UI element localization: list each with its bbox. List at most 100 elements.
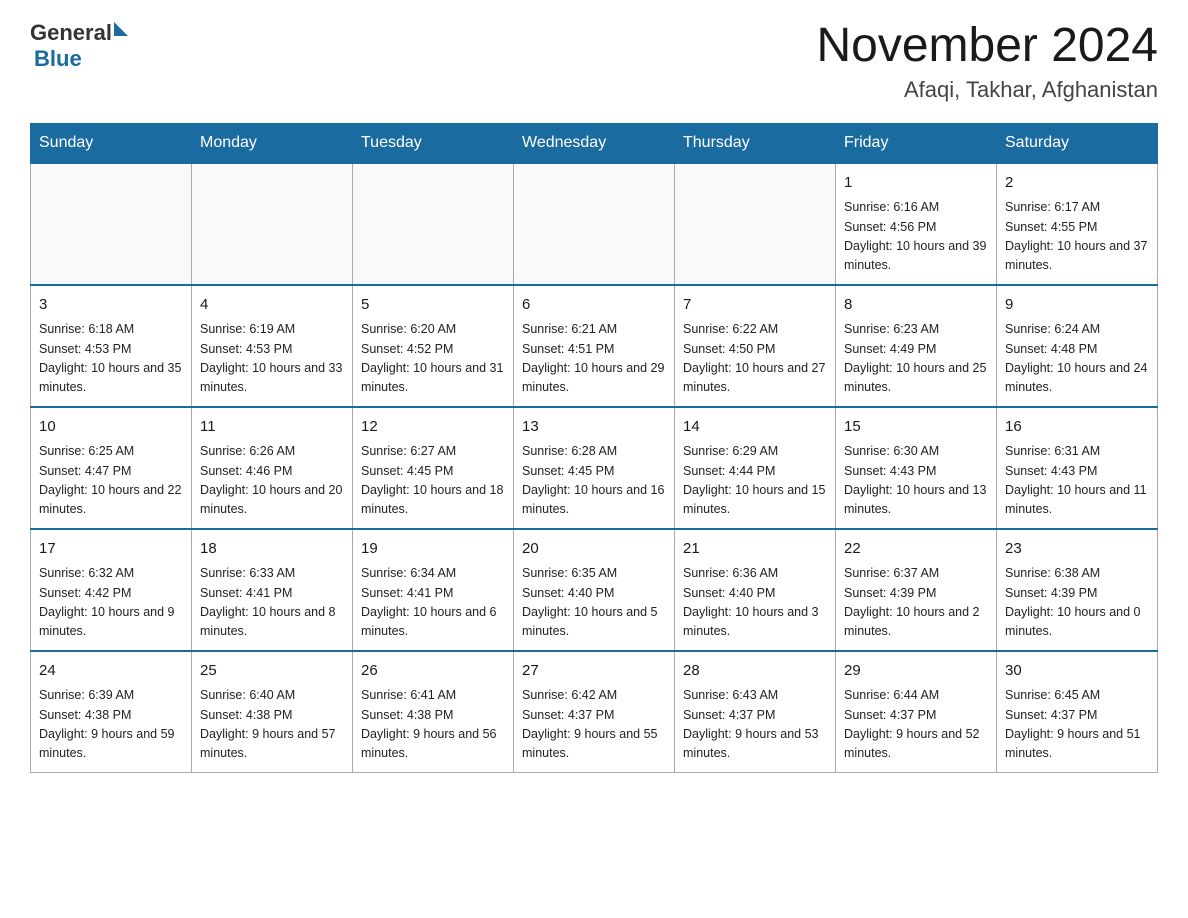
day-info: Sunrise: 6:31 AMSunset: 4:43 PMDaylight:… [1005,442,1149,520]
logo-triangle-icon [114,22,128,36]
day-info: Sunrise: 6:35 AMSunset: 4:40 PMDaylight:… [522,564,666,642]
calendar-cell: 25 Sunrise: 6:40 AMSunset: 4:38 PMDayligh… [192,651,353,773]
day-number: 5 [361,294,505,317]
week-row: 17Sunrise: 6:32 AMSunset: 4:42 PMDayligh… [31,529,1158,651]
day-info: Sunrise: 6:40 AMSunset: 4:38 PMDaylight:… [200,686,344,764]
day-number: 10 [39,416,183,439]
day-number: 4 [200,294,344,317]
week-row: 3 Sunrise: 6:18 AMSunset: 4:53 PMDaylight… [31,285,1158,407]
day-number: 9 [1005,294,1149,317]
day-number: 27 [522,660,666,683]
day-number: 23 [1005,538,1149,561]
logo: General Blue [30,20,128,72]
calendar-cell: 17Sunrise: 6:32 AMSunset: 4:42 PMDayligh… [31,529,192,651]
calendar-cell: 12 Sunrise: 6:27 AMSunset: 4:45 PMDayligh… [353,407,514,529]
day-info: Sunrise: 6:38 AMSunset: 4:39 PMDaylight:… [1005,564,1149,642]
day-info: Sunrise: 6:37 AMSunset: 4:39 PMDaylight:… [844,564,988,642]
calendar-cell: 7Sunrise: 6:22 AMSunset: 4:50 PMDaylight… [675,285,836,407]
calendar-cell: 13 Sunrise: 6:28 AMSunset: 4:45 PMDayligh… [514,407,675,529]
day-info: Sunrise: 6:34 AMSunset: 4:41 PMDaylight:… [361,564,505,642]
calendar-cell: 26 Sunrise: 6:41 AMSunset: 4:38 PMDayligh… [353,651,514,773]
day-number: 2 [1005,172,1149,195]
day-number: 24 [39,660,183,683]
calendar-subtitle: Afaqi, Takhar, Afghanistan [816,77,1158,103]
day-of-week-header: Saturday [997,123,1158,163]
day-info: Sunrise: 6:23 AMSunset: 4:49 PMDaylight:… [844,320,988,398]
week-row: 10 Sunrise: 6:25 AMSunset: 4:47 PMDayligh… [31,407,1158,529]
day-info: Sunrise: 6:16 AMSunset: 4:56 PMDaylight:… [844,198,988,276]
day-number: 13 [522,416,666,439]
day-number: 19 [361,538,505,561]
day-info: Sunrise: 6:21 AMSunset: 4:51 PMDaylight:… [522,320,666,398]
calendar-cell [192,163,353,285]
logo-blue-text: Blue [34,46,128,72]
day-number: 3 [39,294,183,317]
day-number: 30 [1005,660,1149,683]
day-number: 26 [361,660,505,683]
day-number: 8 [844,294,988,317]
calendar-cell: 28Sunrise: 6:43 AMSunset: 4:37 PMDayligh… [675,651,836,773]
day-info: Sunrise: 6:33 AMSunset: 4:41 PMDaylight:… [200,564,344,642]
calendar-cell: 6 Sunrise: 6:21 AMSunset: 4:51 PMDaylight… [514,285,675,407]
day-number: 29 [844,660,988,683]
calendar-cell [353,163,514,285]
day-of-week-header: Friday [836,123,997,163]
calendar-cell: 27 Sunrise: 6:42 AMSunset: 4:37 PMDayligh… [514,651,675,773]
calendar-cell: 21Sunrise: 6:36 AMSunset: 4:40 PMDayligh… [675,529,836,651]
day-number: 6 [522,294,666,317]
week-row: 24 Sunrise: 6:39 AMSunset: 4:38 PMDayligh… [31,651,1158,773]
day-of-week-header: Wednesday [514,123,675,163]
day-info: Sunrise: 6:27 AMSunset: 4:45 PMDaylight:… [361,442,505,520]
calendar-table: SundayMondayTuesdayWednesdayThursdayFrid… [30,123,1158,773]
day-info: Sunrise: 6:36 AMSunset: 4:40 PMDaylight:… [683,564,827,642]
calendar-cell: 30Sunrise: 6:45 AMSunset: 4:37 PMDayligh… [997,651,1158,773]
day-number: 7 [683,294,827,317]
title-section: November 2024 Afaqi, Takhar, Afghanistan [816,20,1158,103]
day-info: Sunrise: 6:20 AMSunset: 4:52 PMDaylight:… [361,320,505,398]
calendar-cell: 20 Sunrise: 6:35 AMSunset: 4:40 PMDayligh… [514,529,675,651]
calendar-cell: 15Sunrise: 6:30 AMSunset: 4:43 PMDayligh… [836,407,997,529]
day-number: 25 [200,660,344,683]
calendar-cell: 8 Sunrise: 6:23 AMSunset: 4:49 PMDaylight… [836,285,997,407]
day-number: 18 [200,538,344,561]
day-info: Sunrise: 6:29 AMSunset: 4:44 PMDaylight:… [683,442,827,520]
day-info: Sunrise: 6:18 AMSunset: 4:53 PMDaylight:… [39,320,183,398]
day-of-week-header: Monday [192,123,353,163]
calendar-cell: 2Sunrise: 6:17 AMSunset: 4:55 PMDaylight… [997,163,1158,285]
day-info: Sunrise: 6:25 AMSunset: 4:47 PMDaylight:… [39,442,183,520]
day-number: 20 [522,538,666,561]
day-info: Sunrise: 6:39 AMSunset: 4:38 PMDaylight:… [39,686,183,764]
day-info: Sunrise: 6:32 AMSunset: 4:42 PMDaylight:… [39,564,183,642]
calendar-cell: 4 Sunrise: 6:19 AMSunset: 4:53 PMDaylight… [192,285,353,407]
calendar-cell: 1Sunrise: 6:16 AMSunset: 4:56 PMDaylight… [836,163,997,285]
day-info: Sunrise: 6:19 AMSunset: 4:53 PMDaylight:… [200,320,344,398]
calendar-cell: 5 Sunrise: 6:20 AMSunset: 4:52 PMDaylight… [353,285,514,407]
day-info: Sunrise: 6:42 AMSunset: 4:37 PMDaylight:… [522,686,666,764]
calendar-cell: 22Sunrise: 6:37 AMSunset: 4:39 PMDayligh… [836,529,997,651]
calendar-cell: 19 Sunrise: 6:34 AMSunset: 4:41 PMDayligh… [353,529,514,651]
day-of-week-header: Tuesday [353,123,514,163]
calendar-cell: 16 Sunrise: 6:31 AMSunset: 4:43 PMDayligh… [997,407,1158,529]
day-info: Sunrise: 6:44 AMSunset: 4:37 PMDaylight:… [844,686,988,764]
calendar-cell: 10 Sunrise: 6:25 AMSunset: 4:47 PMDayligh… [31,407,192,529]
calendar-title: November 2024 [816,20,1158,73]
day-info: Sunrise: 6:30 AMSunset: 4:43 PMDaylight:… [844,442,988,520]
calendar-cell: 23 Sunrise: 6:38 AMSunset: 4:39 PMDayligh… [997,529,1158,651]
day-info: Sunrise: 6:28 AMSunset: 4:45 PMDaylight:… [522,442,666,520]
day-of-week-header: Thursday [675,123,836,163]
calendar-cell: 3 Sunrise: 6:18 AMSunset: 4:53 PMDaylight… [31,285,192,407]
day-info: Sunrise: 6:24 AMSunset: 4:48 PMDaylight:… [1005,320,1149,398]
calendar-cell: 24 Sunrise: 6:39 AMSunset: 4:38 PMDayligh… [31,651,192,773]
calendar-cell: 29 Sunrise: 6:44 AMSunset: 4:37 PMDayligh… [836,651,997,773]
week-row: 1Sunrise: 6:16 AMSunset: 4:56 PMDaylight… [31,163,1158,285]
day-info: Sunrise: 6:26 AMSunset: 4:46 PMDaylight:… [200,442,344,520]
day-number: 16 [1005,416,1149,439]
logo-general-text: General [30,20,112,45]
day-info: Sunrise: 6:43 AMSunset: 4:37 PMDaylight:… [683,686,827,764]
calendar-cell [514,163,675,285]
calendar-header-row: SundayMondayTuesdayWednesdayThursdayFrid… [31,123,1158,163]
calendar-cell: 18 Sunrise: 6:33 AMSunset: 4:41 PMDayligh… [192,529,353,651]
day-number: 11 [200,416,344,439]
day-number: 12 [361,416,505,439]
day-info: Sunrise: 6:41 AMSunset: 4:38 PMDaylight:… [361,686,505,764]
